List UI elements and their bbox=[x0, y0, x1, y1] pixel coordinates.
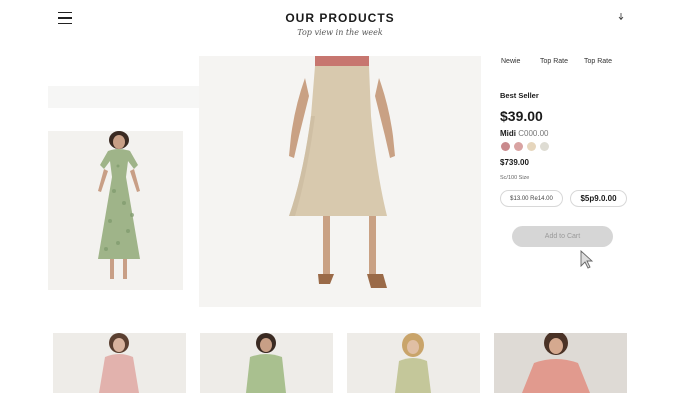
swatch-rose[interactable] bbox=[501, 142, 510, 151]
secondary-price: $739.00 bbox=[500, 158, 529, 167]
swatch-cream[interactable] bbox=[527, 142, 536, 151]
page-subtitle: Top view in the week bbox=[297, 28, 383, 37]
tab-top-rate[interactable]: Top Rate bbox=[540, 58, 568, 65]
size-option-2[interactable]: $5p9.0.00 bbox=[570, 190, 627, 207]
product-price: $39.00 bbox=[500, 108, 543, 124]
product-thumbnail-pink-floral[interactable] bbox=[53, 333, 186, 393]
color-swatches bbox=[501, 142, 549, 151]
search-input[interactable] bbox=[48, 86, 200, 108]
product-thumbnail-olive-dress[interactable] bbox=[347, 333, 480, 393]
main-product-image bbox=[199, 56, 481, 307]
green-dress-image bbox=[48, 131, 183, 290]
size-label: Sc/100 Size bbox=[500, 175, 530, 181]
product-thumbnail-coral-top[interactable] bbox=[494, 333, 627, 393]
product-name-main: Midi bbox=[500, 129, 516, 138]
size-option-1[interactable]: $13.00 Re14.00 bbox=[500, 190, 563, 207]
product-name: Midi C000.00 bbox=[500, 129, 548, 138]
mouse-pointer-icon bbox=[580, 250, 594, 269]
swatch-ivory[interactable] bbox=[540, 142, 549, 151]
download-icon[interactable] bbox=[617, 12, 625, 22]
product-name-suffix: C000.00 bbox=[518, 129, 549, 138]
skirt-image bbox=[199, 56, 481, 307]
tab-newie[interactable]: Newie bbox=[501, 58, 520, 65]
swatch-pink[interactable] bbox=[514, 142, 523, 151]
page-title: OUR PRODUCTS bbox=[285, 11, 395, 25]
tab-top-rate-2[interactable]: Top Rate bbox=[584, 58, 612, 65]
product-thumbnail-green-dress[interactable] bbox=[48, 131, 183, 290]
best-seller-label: Best Seller bbox=[500, 91, 539, 100]
product-thumbnail-green-floral[interactable] bbox=[200, 333, 333, 393]
add-to-cart-button[interactable]: Add to Cart bbox=[512, 226, 613, 247]
